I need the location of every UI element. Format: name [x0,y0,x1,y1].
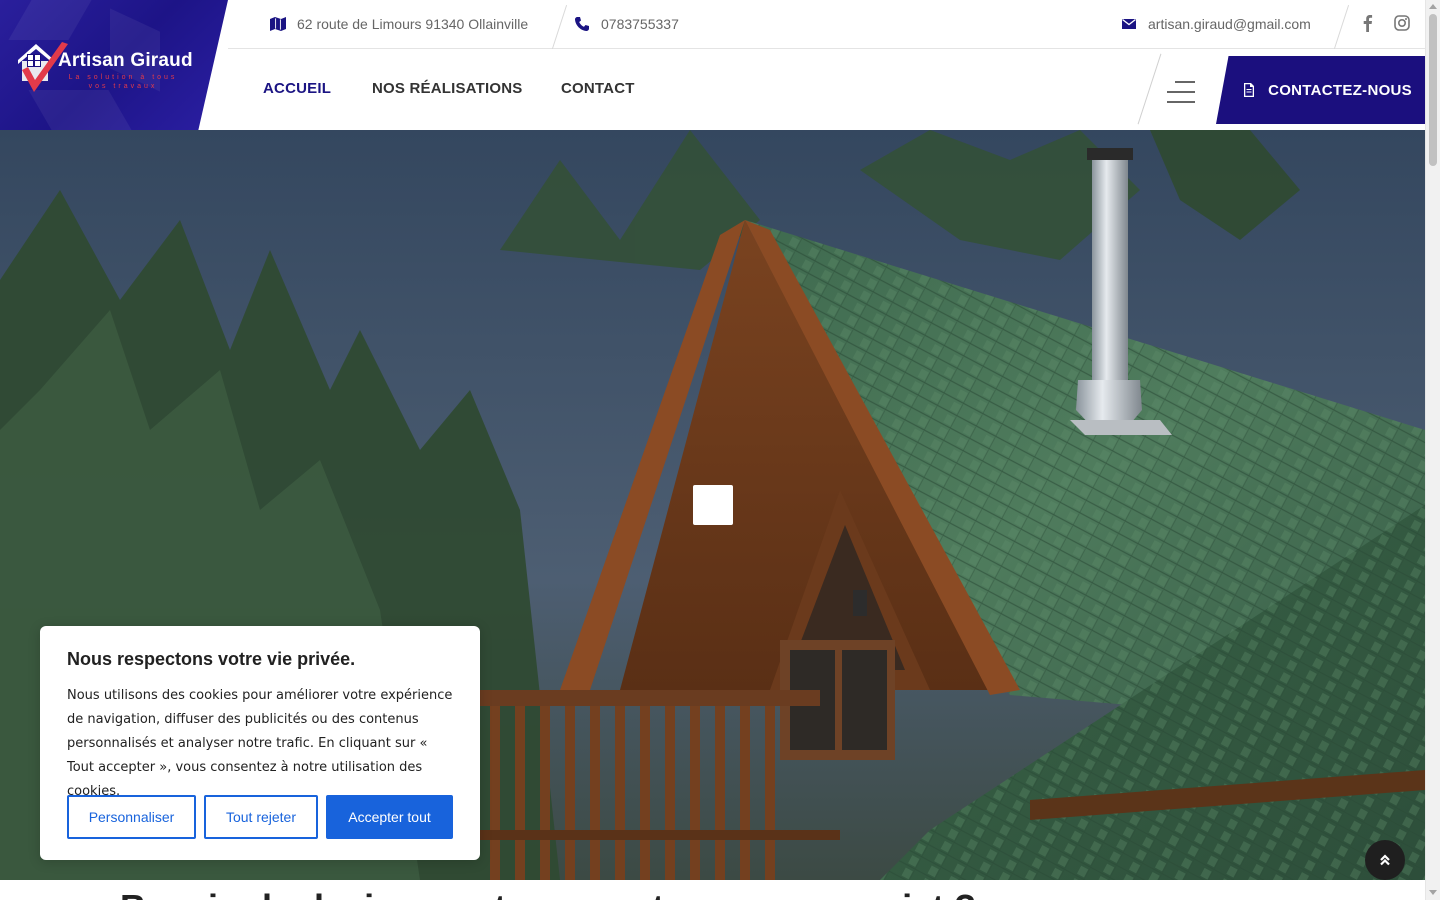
nav-item-accueil[interactable]: ACCUEIL [263,80,331,97]
hamburger-icon[interactable] [1163,79,1195,105]
logo-panel[interactable]: Artisan Giraud La solution à tous vos tr… [0,0,228,130]
email-item[interactable]: artisan.giraud@gmail.com [1121,0,1311,48]
map-icon [270,17,286,31]
contact-cta-button[interactable]: CONTACTEZ-NOUS [1216,56,1425,124]
scroll-down-arrow[interactable] [1429,890,1437,895]
cookie-banner-title: Nous respectons votre vie privée. [67,649,356,669]
divider [1137,53,1162,125]
cookie-banner-text: Nous utilisons des cookies pour améliore… [67,688,453,799]
envelope-icon [1122,18,1136,29]
double-chevron-up-icon [1380,854,1390,866]
nav-item-nos-realisations[interactable]: NOS RÉALISATIONS [372,80,522,97]
cookie-consent-banner: Nous respectons votre vie privée. Nous u… [40,626,480,860]
cookie-button-group: Personnaliser Tout rejeter Accepter tout [67,795,453,839]
logo-background-facet [28,90,132,130]
top-info-bar: 62 route de Limours 91340 Ollainville 07… [228,0,1425,50]
slider-play-button[interactable] [693,485,733,525]
section-heading-text: Besoin de devis pour tous vos travaux ou… [120,887,976,900]
address-item: 62 route de Limours 91340 Ollainville [270,0,528,48]
logo-title: Artisan Giraud [58,50,193,71]
accept-all-cookies-button[interactable]: Accepter tout [326,795,453,839]
cta-label: CONTACTEZ-NOUS [1268,81,1412,99]
document-icon [1244,83,1255,97]
email-text: artisan.giraud@gmail.com [1148,16,1311,32]
page-scrollbar[interactable] [1425,0,1440,900]
logo-tagline: La solution à tous vos travaux [68,74,178,90]
divider [1333,4,1350,50]
address-text: 62 route de Limours 91340 Ollainville [297,16,529,32]
phone-text: 0783755337 [601,16,679,32]
instagram-icon[interactable] [1393,14,1411,32]
phone-icon [575,17,589,31]
customize-cookies-button[interactable]: Personnaliser [67,795,196,839]
back-to-top-button[interactable] [1365,840,1405,880]
facebook-icon[interactable] [1359,14,1377,32]
phone-item[interactable]: 0783755337 [574,0,679,48]
main-navbar: ACCUEIL NOS RÉALISATIONS CONTACT CONTACT… [228,50,1425,130]
section-heading: Besoin de devis pour tous vos travaux ou… [120,880,1420,900]
nav-item-contact[interactable]: CONTACT [561,80,635,97]
reject-all-cookies-button[interactable]: Tout rejeter [204,795,318,839]
scrollbar-thumb[interactable] [1429,14,1437,166]
divider [551,4,568,50]
scroll-up-arrow[interactable] [1429,4,1437,9]
